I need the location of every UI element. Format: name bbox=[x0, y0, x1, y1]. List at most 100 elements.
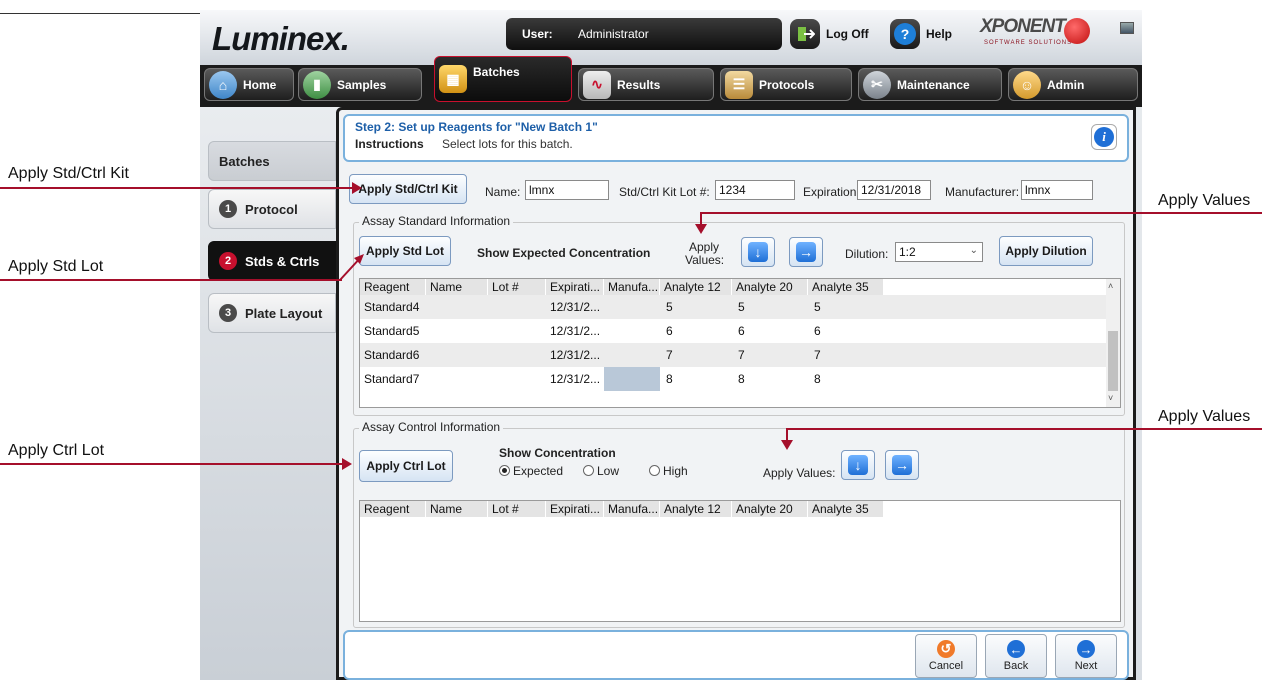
ctrl-apply-right-button[interactable]: → bbox=[885, 450, 919, 480]
callout-arrow-apply-values-bottom bbox=[781, 440, 793, 450]
user-label: User: bbox=[522, 27, 553, 41]
dilution-label: Dilution: bbox=[845, 247, 889, 261]
tab-protocols[interactable]: ☰ Protocols bbox=[720, 68, 852, 101]
sidebar-title-label: Batches bbox=[219, 153, 270, 169]
scroll-thumb[interactable] bbox=[1108, 331, 1118, 391]
kit-name-field[interactable]: lmnx bbox=[525, 180, 609, 200]
radio-expected[interactable]: Expected bbox=[499, 464, 563, 478]
info-button[interactable]: i bbox=[1091, 124, 1117, 150]
step-number-1: 1 bbox=[219, 200, 237, 218]
logoff-button[interactable]: Log Off bbox=[790, 18, 869, 50]
analyte-cell: 7 bbox=[814, 348, 821, 362]
luminex-logo: Luminex. bbox=[212, 20, 350, 57]
column-header: Lot # bbox=[488, 501, 546, 517]
arrow-down-icon: ↓ bbox=[848, 455, 868, 475]
radio-high-label: High bbox=[663, 464, 688, 478]
cancel-icon: ↺ bbox=[937, 640, 955, 658]
analyte-cell: 6 bbox=[666, 324, 673, 338]
minimize-button[interactable] bbox=[1120, 22, 1134, 34]
std-apply-down-button[interactable]: ↓ bbox=[741, 237, 775, 267]
xponent-app-window: Luminex. User: Administrator Log Off ? H… bbox=[200, 10, 1142, 680]
column-header: Manufa... bbox=[604, 501, 660, 517]
kit-expiration-label: Expiration: bbox=[803, 185, 860, 199]
next-label: Next bbox=[1074, 660, 1098, 672]
footer-panel: ↺ Cancel ← Back → Next bbox=[343, 630, 1129, 680]
dilution-select[interactable]: 1:2 ⌄ bbox=[895, 242, 983, 262]
tab-batches[interactable]: ▦ Batches bbox=[434, 56, 572, 102]
apply-values-label-2: Values: bbox=[685, 253, 725, 267]
batches-icon: ▦ bbox=[439, 65, 467, 93]
assay-standard-title: Assay Standard Information bbox=[359, 214, 514, 228]
kit-manufacturer-field[interactable]: lmnx bbox=[1021, 180, 1093, 200]
assay-control-title: Assay Control Information bbox=[359, 420, 504, 434]
ctrl-apply-down-button[interactable]: ↓ bbox=[841, 450, 875, 480]
arrow-right-icon: → bbox=[892, 455, 912, 475]
analyte-cell: 7 bbox=[666, 348, 673, 362]
expiration-cell: 12/31/2... bbox=[550, 324, 601, 338]
logoff-label: Log Off bbox=[826, 27, 869, 41]
back-button[interactable]: ← Back bbox=[985, 634, 1047, 678]
table-row[interactable]: Standard4 12/31/2... 5 5 5 bbox=[360, 295, 1106, 319]
callout-arrow-apply-ctrl-lot bbox=[342, 458, 352, 470]
kit-lot-field[interactable]: 1234 bbox=[715, 180, 795, 200]
radio-dot-icon bbox=[583, 465, 594, 476]
analyte-cell: 5 bbox=[738, 300, 745, 314]
callout-line-apply-kit bbox=[0, 187, 358, 189]
table-row[interactable]: Standard5 12/31/2... 6 6 6 bbox=[360, 319, 1106, 343]
tab-admin[interactable]: ☺ Admin bbox=[1008, 68, 1138, 101]
selected-manufacturer-cell[interactable] bbox=[604, 367, 660, 391]
left-nav: Batches 1 Protocol 2 Stds & Ctrls 3 Plat… bbox=[200, 107, 338, 680]
analyte-cell: 8 bbox=[666, 372, 673, 386]
sidebar-item-plate-layout[interactable]: 3 Plate Layout bbox=[208, 293, 336, 333]
apply-ctrl-lot-button[interactable]: Apply Ctrl Lot bbox=[359, 450, 453, 482]
tab-batches-label: Batches bbox=[473, 65, 520, 79]
column-header: Analyte 35 bbox=[808, 501, 884, 517]
home-icon: ⌂ bbox=[209, 70, 237, 99]
tab-samples-label: Samples bbox=[337, 77, 387, 92]
radio-low[interactable]: Low bbox=[583, 464, 619, 478]
expiration-cell: 12/31/2... bbox=[550, 300, 601, 314]
help-label: Help bbox=[926, 27, 953, 41]
admin-icon: ☺ bbox=[1013, 70, 1041, 99]
column-header: Manufa... bbox=[604, 279, 660, 295]
tab-samples[interactable]: ▮ Samples bbox=[298, 68, 422, 101]
results-icon: ∿ bbox=[583, 70, 611, 99]
tab-results[interactable]: ∿ Results bbox=[578, 68, 714, 101]
cancel-button[interactable]: ↺ Cancel bbox=[915, 634, 977, 678]
help-button[interactable]: ? Help bbox=[890, 18, 952, 50]
column-header: Analyte 35 bbox=[808, 279, 884, 295]
radio-dot-icon bbox=[649, 465, 660, 476]
tab-maintenance[interactable]: ✂ Maintenance bbox=[858, 68, 1002, 101]
kit-expiration-field[interactable]: 12/31/2018 bbox=[857, 180, 931, 200]
kit-manufacturer-label: Manufacturer: bbox=[945, 185, 1020, 199]
std-apply-right-button[interactable]: → bbox=[789, 237, 823, 267]
apply-dilution-button[interactable]: Apply Dilution bbox=[999, 236, 1093, 266]
callout-apply-kit: Apply Std/Ctrl Kit bbox=[8, 165, 129, 182]
callout-line-apply-ctrl-lot bbox=[0, 463, 346, 465]
radio-high[interactable]: High bbox=[649, 464, 688, 478]
callout-apply-values-bottom: Apply Values bbox=[1158, 408, 1251, 425]
scroll-up-icon: ˄ bbox=[1108, 281, 1114, 291]
next-button[interactable]: → Next bbox=[1055, 634, 1117, 678]
callout-line-apply-values-bottom bbox=[786, 428, 1262, 430]
reagent-cell: Standard5 bbox=[364, 324, 420, 338]
column-header: Expirati... bbox=[546, 501, 604, 517]
tab-protocols-label: Protocols bbox=[759, 77, 815, 92]
table-row[interactable]: Standard6 12/31/2... 7 7 7 bbox=[360, 343, 1106, 367]
sidebar-item-protocol[interactable]: 1 Protocol bbox=[208, 189, 336, 229]
sidebar-item-stds-ctrls[interactable]: 2 Stds & Ctrls bbox=[208, 241, 336, 281]
column-header: Analyte 12 bbox=[660, 279, 732, 295]
table-row[interactable]: Standard7 12/31/2... 8 8 8 bbox=[360, 367, 1106, 391]
analyte-cell: 5 bbox=[814, 300, 821, 314]
scroll-down-icon: ˅ bbox=[1108, 393, 1114, 403]
standard-grid-scrollbar[interactable]: ˄ ˅ bbox=[1106, 279, 1120, 407]
apply-std-ctrl-kit-button[interactable]: Apply Std/Ctrl Kit bbox=[349, 174, 467, 204]
info-icon: i bbox=[1094, 127, 1114, 147]
kit-lot-label: Std/Ctrl Kit Lot #: bbox=[619, 185, 710, 199]
tab-home[interactable]: ⌂ Home bbox=[204, 68, 294, 101]
callout-arrow-apply-kit bbox=[352, 182, 362, 194]
callout-apply-ctrl-lot: Apply Ctrl Lot bbox=[8, 442, 105, 459]
tab-maintenance-label: Maintenance bbox=[897, 77, 970, 92]
apply-std-lot-button[interactable]: Apply Std Lot bbox=[359, 236, 451, 266]
callout-diag-apply-std-lot bbox=[339, 254, 364, 281]
